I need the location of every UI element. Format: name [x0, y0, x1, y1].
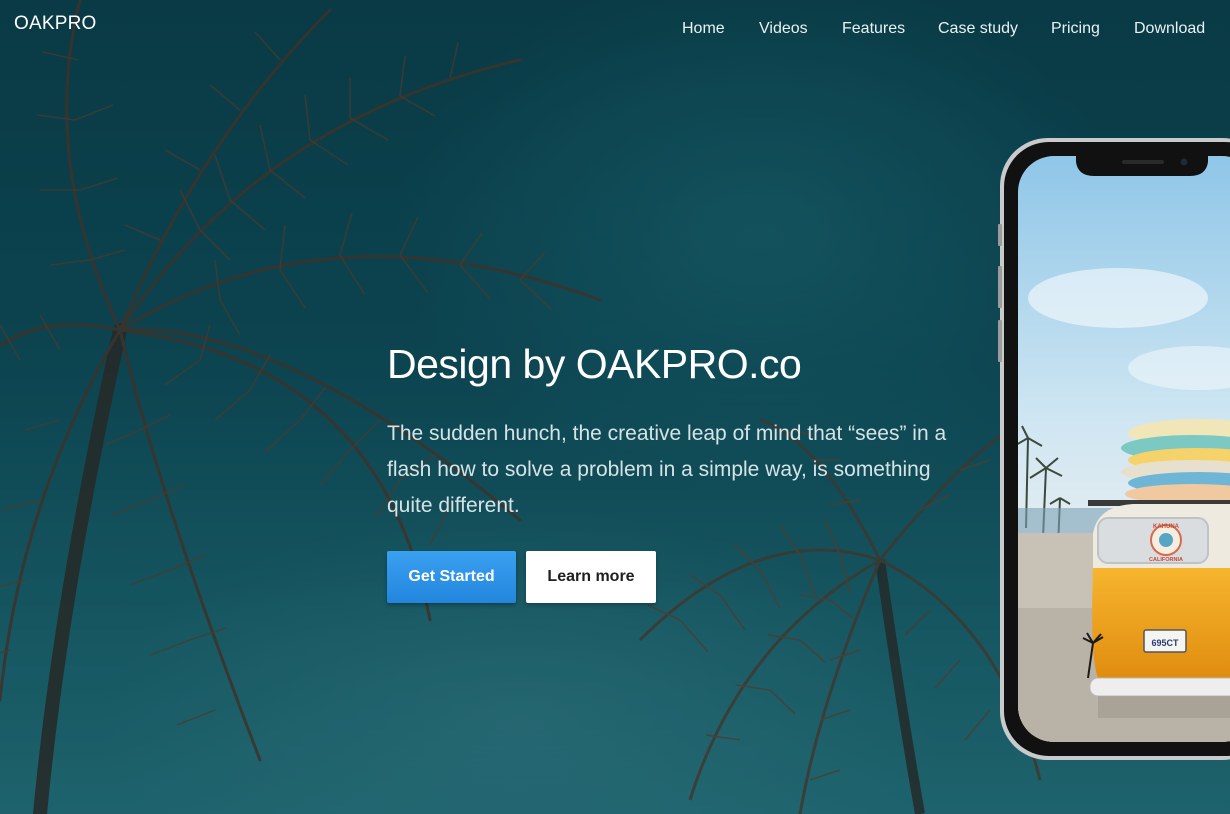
get-started-button[interactable]: Get Started [387, 551, 516, 603]
phone-screen: KAHUNA CALIFORNIA 695CT [1018, 156, 1230, 742]
nav-item-download[interactable]: Download [1134, 20, 1205, 38]
brand-logo[interactable]: OAKPRO [14, 13, 97, 35]
nav-item-home[interactable]: Home [682, 20, 725, 38]
license-plate-text: 695CT [1151, 638, 1179, 648]
hero-headline: Design by OAKPRO.co [387, 341, 802, 387]
phone-speaker [1122, 160, 1164, 164]
van-sticker-bottom: CALIFORNIA [1149, 557, 1183, 563]
van-sticker-top: KAHUNA [1153, 524, 1180, 530]
main-nav: Home Videos Features Case study Pricing … [670, 20, 1230, 42]
hero-subtext: The sudden hunch, the creative leap of m… [387, 422, 947, 517]
nav-item-pricing[interactable]: Pricing [1051, 20, 1100, 38]
learn-more-button[interactable]: Learn more [526, 551, 656, 603]
nav-item-features[interactable]: Features [842, 20, 905, 38]
phone-mockup: KAHUNA CALIFORNIA 695CT [998, 138, 1230, 760]
nav-item-videos[interactable]: Videos [759, 20, 808, 38]
hero-section: OAKPRO Home Videos Features Case study P… [0, 0, 1230, 814]
phone-notch [1076, 156, 1208, 176]
nav-item-case-study[interactable]: Case study [938, 20, 1018, 38]
phone-camera [1180, 158, 1188, 166]
